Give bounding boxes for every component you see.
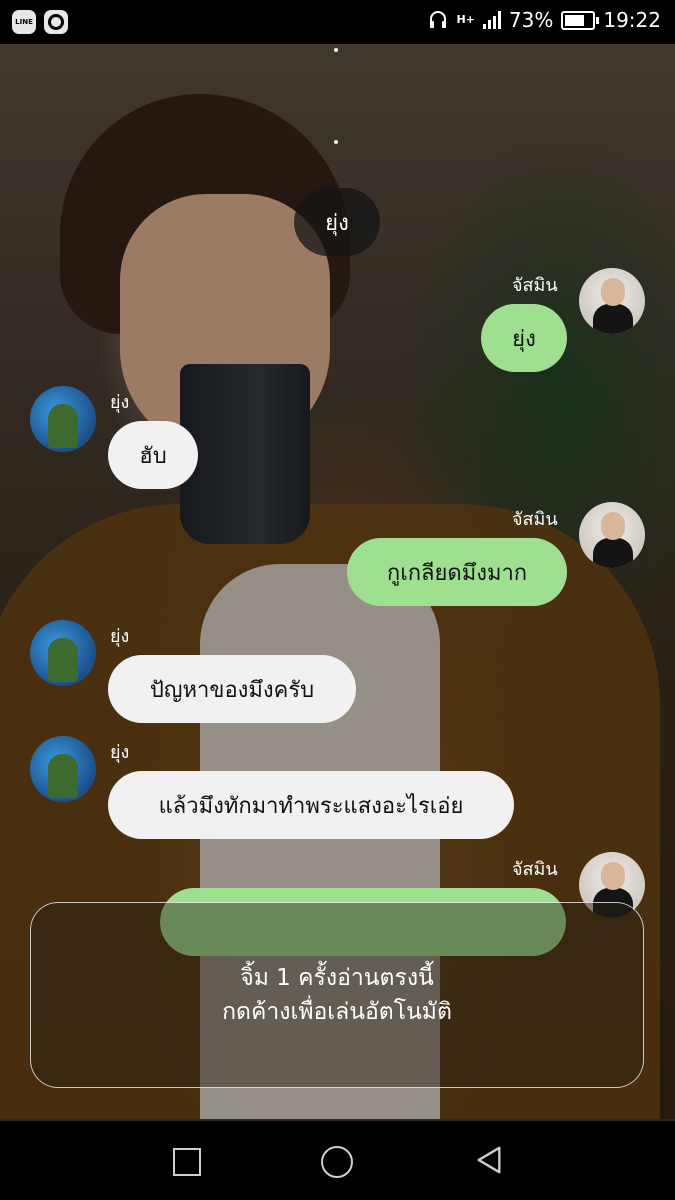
recent-apps-icon[interactable] [173, 1148, 201, 1176]
clock: 19:22 [603, 8, 661, 32]
camera-app-icon [44, 10, 68, 34]
signal-strength-icon [482, 11, 501, 29]
sender-name: ยุ่ง [110, 392, 130, 413]
hint-line-1: จิ้ม 1 ครั้งอ่านตรงนี้ [240, 965, 434, 991]
home-icon[interactable] [321, 1146, 353, 1178]
message-bubble-incoming: ปัญหาของมึงครับ [108, 655, 356, 723]
back-icon[interactable] [474, 1145, 504, 1175]
sender-name: จัสมิน [512, 859, 558, 880]
message-bubble-top: ยุ่ง [294, 188, 380, 256]
sender-name: ยุ่ง [110, 626, 130, 647]
typing-dot [334, 140, 338, 144]
headset-icon [430, 11, 447, 28]
avatar-jasmin[interactable] [579, 268, 645, 334]
avatar-jasmin[interactable] [579, 502, 645, 568]
network-type-indicator: H+ [456, 13, 475, 26]
status-bar: LINE H+ 73% 19:22 [0, 0, 675, 44]
line-app-icon: LINE [12, 10, 36, 34]
battery-percent: 73% [508, 8, 554, 32]
navigation-bar [0, 1119, 675, 1200]
avatar-yung[interactable] [30, 386, 96, 452]
message-bubble-outgoing: ยุ่ง [481, 304, 567, 372]
message-bubble-incoming: แล้วมึงทักมาทำพระแสงอะไรเอ่ย [108, 771, 514, 839]
hint-line-2: กดค้างเพื่อเล่นอัตโนมัติ [222, 999, 452, 1025]
avatar-yung[interactable] [30, 620, 96, 686]
message-bubble-outgoing: กูเกลียดมึงมาก [347, 538, 567, 606]
chat-area[interactable]: ยุ่ง จัสมิน ยุ่ง ยุ่ง ฮับ จัสมิน กูเกลีย… [0, 44, 675, 1119]
avatar-yung[interactable] [30, 736, 96, 802]
typing-dot [334, 48, 338, 52]
sender-name: จัสมิน [512, 509, 558, 530]
message-bubble-incoming: ฮับ [108, 421, 198, 489]
sender-name: จัสมิน [512, 275, 558, 296]
battery-icon [561, 10, 600, 30]
sender-name: ยุ่ง [110, 742, 130, 763]
tap-to-read-hint[interactable]: จิ้ม 1 ครั้งอ่านตรงนี้ กดค้างเพื่อเล่นอั… [30, 902, 644, 1088]
